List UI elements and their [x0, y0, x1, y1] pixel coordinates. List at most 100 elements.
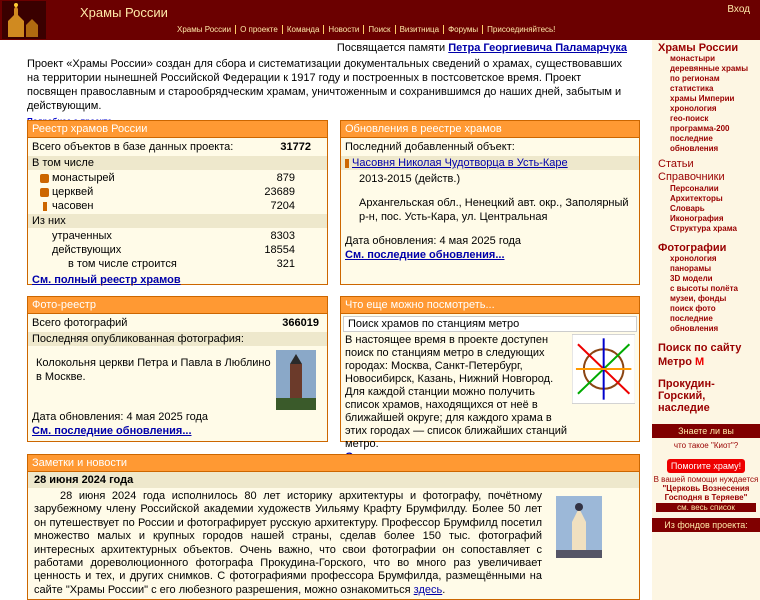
sidebar-item[interactable]: Структура храма	[652, 224, 760, 234]
nav-item[interactable]: Новости	[324, 25, 365, 34]
photo-title: Фото-реестр	[28, 297, 327, 314]
nav-item[interactable]: Команда	[283, 25, 325, 34]
logo-icon[interactable]	[2, 1, 46, 39]
know-header: Знаете ли вы	[652, 424, 760, 438]
sidebar-item[interactable]: храмы Империи	[652, 94, 760, 104]
dedication: Посвящается памяти Петра Георгиевича Пал…	[27, 42, 627, 54]
site-title[interactable]: Храмы России	[80, 5, 168, 20]
nav-item[interactable]: Поиск	[364, 25, 396, 34]
monastery-label: монастырей	[52, 172, 115, 184]
building-label: в том числе строится	[68, 258, 177, 270]
sidebar-prokudin[interactable]: Прокудин-Горский, наследие	[652, 378, 760, 414]
sidebar-references[interactable]: Справочники	[652, 171, 760, 184]
sidebar-item[interactable]: последние обновления	[652, 134, 760, 154]
metro-map-icon[interactable]	[571, 334, 635, 404]
nav-item[interactable]: О проекте	[236, 25, 283, 34]
photo-total-label: Всего фотографий	[32, 317, 128, 329]
sidebar: Храмы России монастыри деревянные храмы …	[652, 40, 760, 600]
funds-header: Из фондов проекта:	[652, 518, 760, 532]
metro-text: В настоящее время в проекте доступен пои…	[345, 334, 568, 450]
header: Храмы России Вход Храмы России О проекте…	[0, 0, 760, 40]
sidebar-item[interactable]: с высоты полёта	[652, 284, 760, 294]
metro-m-icon: М	[695, 356, 705, 368]
lost-value: 8303	[270, 230, 295, 242]
sidebar-metro[interactable]: Метро М	[652, 356, 760, 368]
chapel-icon	[43, 201, 47, 211]
more-title: Что еще можно посмотреть...	[341, 297, 639, 314]
sidebar-item[interactable]: монастыри	[652, 54, 760, 64]
dedication-link[interactable]: Петра Георгиевича Паламарчука	[448, 42, 627, 54]
know-question[interactable]: что такое "Киот"?	[652, 438, 760, 453]
sidebar-item[interactable]: поиск фото	[652, 304, 760, 314]
photo-date: Дата обновления: 4 мая 2025 года	[32, 411, 209, 423]
sidebar-item[interactable]: Словарь	[652, 204, 760, 214]
sidebar-item[interactable]: Иконография	[652, 214, 760, 224]
monastery-icon	[40, 173, 49, 183]
total-label: Всего объектов в базе данных проекта:	[32, 141, 234, 153]
more-box: Что еще можно посмотреть... Поиск храмов…	[340, 296, 640, 463]
photo-updates-link[interactable]: См. последние обновления...	[32, 425, 192, 437]
sidebar-item[interactable]: деревянные храмы	[652, 64, 760, 74]
help-church-button[interactable]: Помогите храму!	[666, 459, 746, 473]
news-body: 28 июня 2024 года исполнилось 80 лет ист…	[34, 490, 542, 596]
sidebar-item[interactable]: по регионам	[652, 74, 760, 84]
metro-search-header: Поиск храмов по станциям метро	[343, 316, 637, 332]
sidebar-item[interactable]: Архитекторы	[652, 194, 760, 204]
nav-item[interactable]: Форумы	[444, 25, 484, 34]
photo-caption: Колокольня церкви Петра и Павла в Люблин…	[36, 357, 271, 383]
object-address: Архангельская обл., Ненецкий авт. окр., …	[359, 197, 629, 223]
intro: Посвящается памяти Петра Георгиевича Пал…	[27, 42, 627, 126]
sidebar-item[interactable]: хронология	[652, 254, 760, 264]
sidebar-item[interactable]: Персоналии	[652, 184, 760, 194]
chapel-icon	[345, 158, 349, 168]
sidebar-item[interactable]: программа-200	[652, 124, 760, 134]
object-years: 2013-2015 (действ.)	[359, 173, 461, 185]
updates-box: Обновления в реестре храмов Последний до…	[340, 120, 640, 285]
sidebar-title-churches[interactable]: Храмы России	[652, 42, 760, 54]
update-date: Дата обновления: 4 мая 2025 года	[345, 235, 522, 247]
help-list-link[interactable]: см. весь список	[656, 503, 756, 512]
church-value: 23689	[264, 186, 295, 198]
sidebar-item[interactable]: хронология	[652, 104, 760, 114]
help-text: В вашей помощи нуждается	[653, 475, 759, 484]
last-object-label: Последний добавленный объект:	[345, 141, 515, 153]
sidebar-item[interactable]: последние обновления	[652, 314, 760, 334]
last-photo-label: Последняя опубликованная фотография:	[28, 332, 327, 346]
church-label: церквей	[52, 186, 94, 198]
dedication-prefix: Посвящается памяти	[336, 42, 446, 54]
top-nav: Храмы России О проекте Команда Новости П…	[173, 25, 559, 34]
login-link[interactable]: Вход	[727, 4, 750, 15]
sidebar-item[interactable]: 3D модели	[652, 274, 760, 284]
sidebar-articles[interactable]: Статьи	[652, 158, 760, 171]
news-text: 28 июня 2024 года исполнилось 80 лет ист…	[34, 490, 542, 596]
monastery-value: 879	[276, 172, 295, 184]
sidebar-item[interactable]: гео-поиск	[652, 114, 760, 124]
photo-thumbnail[interactable]	[276, 350, 316, 410]
of-header: Из них	[28, 214, 327, 228]
active-value: 18554	[264, 244, 295, 256]
sidebar-photos[interactable]: Фотографии	[652, 242, 760, 254]
chapel-value: 7204	[270, 200, 295, 212]
metro-label: Метро	[658, 356, 692, 368]
sidebar-item[interactable]: статистика	[652, 84, 760, 94]
object-link[interactable]: Часовня Николая Чудотворца в Усть-Каре	[352, 157, 568, 169]
updates-title: Обновления в реестре храмов	[341, 121, 639, 138]
latest-updates-link[interactable]: См. последние обновления...	[345, 249, 505, 261]
news-here-link[interactable]: здесь	[414, 584, 443, 596]
news-date: 28 июня 2024 года	[28, 472, 639, 488]
sidebar-item[interactable]: панорамы	[652, 264, 760, 274]
news-photo[interactable]	[556, 496, 602, 558]
nav-item[interactable]: Храмы России	[173, 25, 237, 34]
help-church-link[interactable]: "Церковь Вознесения Господня в Теряеве"	[652, 484, 760, 502]
church-icon	[40, 187, 49, 197]
registry-box: Реестр храмов России Всего объектов в ба…	[27, 120, 328, 286]
full-registry-link[interactable]: См. полный реестр храмов	[32, 274, 181, 286]
sidebar-search-site[interactable]: Поиск по сайту	[652, 342, 760, 354]
nav-item[interactable]: Визитница	[396, 25, 445, 34]
nav-item[interactable]: Присоединяйтесь!	[483, 25, 559, 34]
sidebar-item[interactable]: музеи, фонды	[652, 294, 760, 304]
chapel-label: часовен	[52, 200, 94, 212]
photo-total-value: 366019	[282, 317, 319, 329]
building-value: 321	[276, 258, 295, 270]
photo-box: Фото-реестр Всего фотографий 366019 После…	[27, 296, 328, 442]
